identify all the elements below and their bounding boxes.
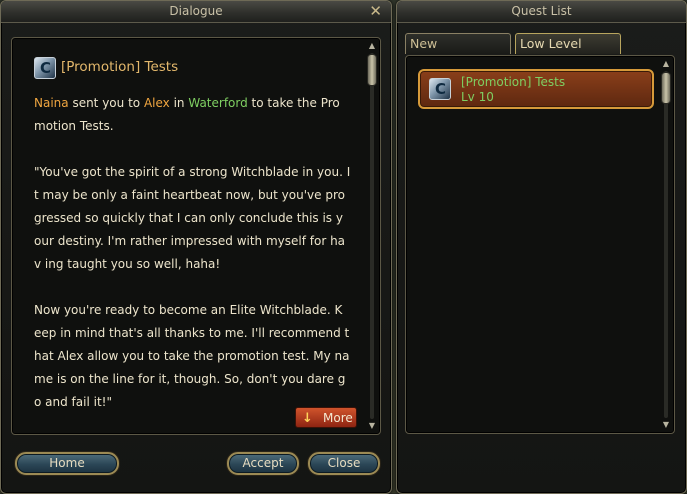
scroll-track[interactable] xyxy=(370,53,374,419)
scroll-thumb[interactable] xyxy=(367,54,377,86)
dialogue-titlebar[interactable]: Dialogue ✕ xyxy=(1,1,391,23)
quest-list-title: Quest List xyxy=(511,4,572,18)
quest-list-scrollbar[interactable]: ▲ ▼ xyxy=(661,60,671,429)
npc-name-2: Alex xyxy=(143,96,170,110)
dialogue-title: Dialogue xyxy=(169,4,223,18)
quest-item-name: [Promotion] Tests xyxy=(461,75,566,89)
more-label: More xyxy=(323,411,353,425)
intro-text-2: in xyxy=(169,96,189,110)
quest-item-level: Lv 10 xyxy=(461,90,494,104)
home-button[interactable]: Home xyxy=(15,452,119,475)
dialogue-text: Naina sent you to Alex in Waterford to t… xyxy=(34,92,352,414)
scroll-thumb[interactable] xyxy=(661,72,671,104)
close-button[interactable]: Close xyxy=(308,452,380,475)
scroll-track[interactable] xyxy=(664,71,668,418)
dialogue-window: Dialogue ✕ ▲ ▼ [Promotion] Tests Naina s… xyxy=(0,0,392,494)
dialogue-paragraph-2: "You've got the spirit of a strong Witch… xyxy=(34,165,351,271)
arrow-down-icon: ↓ xyxy=(302,411,313,426)
quest-list-item[interactable]: [Promotion] Tests Lv 10 xyxy=(418,69,654,109)
npc-name: Naina xyxy=(34,96,69,110)
quest-list-titlebar[interactable]: Quest List xyxy=(397,1,686,23)
accept-button[interactable]: Accept xyxy=(227,452,299,475)
dialogue-intro: Naina sent you to Alex in Waterford to t… xyxy=(34,92,352,138)
intro-text-1: sent you to xyxy=(68,96,144,110)
quest-list-panel: ▲ ▼ xyxy=(405,55,675,434)
scroll-up-icon[interactable]: ▲ xyxy=(661,60,671,68)
quest-title: [Promotion] Tests xyxy=(61,59,179,75)
tab-new[interactable]: New xyxy=(405,33,511,54)
scroll-down-icon[interactable]: ▼ xyxy=(661,421,671,429)
dialogue-paragraph-3: Now you're ready to become an Elite Witc… xyxy=(34,303,350,409)
dialogue-scrollbar[interactable]: ▲ ▼ xyxy=(367,42,377,430)
close-icon[interactable]: ✕ xyxy=(369,1,382,22)
scroll-down-icon[interactable]: ▼ xyxy=(367,422,377,430)
place-name: Waterford xyxy=(188,96,248,110)
quest-icon xyxy=(429,78,451,100)
more-button[interactable]: ↓ More xyxy=(295,407,357,428)
quest-icon xyxy=(34,57,56,79)
scroll-up-icon[interactable]: ▲ xyxy=(367,42,377,50)
tab-low-level[interactable]: Low Level xyxy=(515,33,621,54)
